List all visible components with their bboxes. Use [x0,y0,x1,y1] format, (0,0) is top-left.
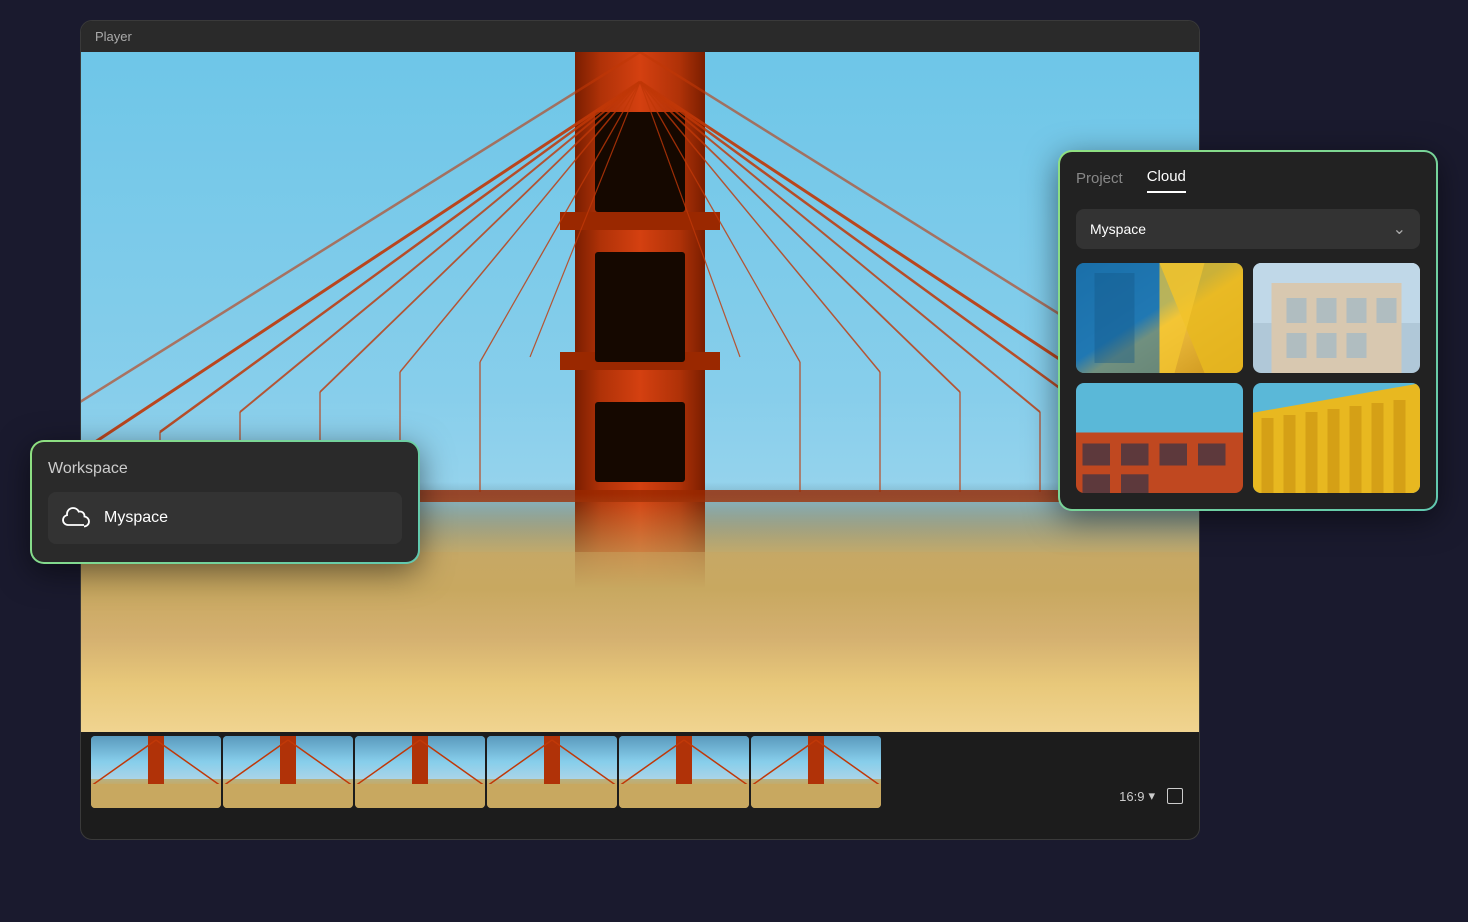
player-window: Player [80,20,1200,840]
media-thumb-4[interactable] [1253,383,1420,493]
thumb-cables-svg-2 [223,736,353,808]
thumb-cables-svg-3 [355,736,485,808]
dropdown-value: Myspace [1090,221,1146,237]
thumb-bridge-1 [91,736,221,808]
thumbnail-item[interactable] [751,736,881,808]
player-title: Player [95,29,132,44]
aspect-ratio-value: 16:9 [1119,789,1144,804]
media-thumb-1[interactable] [1076,263,1243,373]
thumb-cables-svg-4 [487,736,617,808]
media-thumb-2[interactable] [1253,263,1420,373]
cloud-icon [62,504,90,532]
cloud-dropdown[interactable]: Myspace ⌄ [1076,209,1420,249]
aspect-ratio-control: 16:9 ▾ [1119,788,1183,804]
media-grid [1076,263,1420,493]
thumbnail-strip-wrapper: 16:9 ▾ [81,732,1199,812]
thumb-bridge-4 [487,736,617,808]
thumbnail-item[interactable] [619,736,749,808]
bridge-scene [81,52,1199,732]
thumbnail-item[interactable] [487,736,617,808]
thumb-bridge-6 [751,736,881,808]
cloud-panel: Project Cloud Myspace ⌄ [1060,152,1436,509]
thumb-bridge-3 [355,736,485,808]
media-thumb-svg-4 [1253,383,1420,493]
cloud-panel-tabs: Project Cloud [1076,168,1420,193]
thumb-cables-svg-5 [619,736,749,808]
media-thumb-svg-3 [1076,383,1243,493]
workspace-popup-wrapper: Workspace Myspace [30,440,420,564]
fullscreen-button[interactable] [1167,788,1183,804]
dropdown-chevron-icon: ⌄ [1393,219,1406,239]
cloud-svg [62,507,90,529]
cloud-panel-wrapper: Project Cloud Myspace ⌄ [1058,150,1438,511]
media-thumb-3[interactable] [1076,383,1243,493]
media-thumb-svg-2 [1253,263,1420,373]
workspace-item-myspace[interactable]: Myspace [48,492,402,544]
aspect-ratio-chevron: ▾ [1148,788,1155,804]
player-titlebar: Player [81,21,1199,52]
workspace-item-name: Myspace [104,509,168,527]
thumb-cables-svg-6 [751,736,881,808]
media-thumb-svg-1 [1076,263,1243,373]
workspace-label: Workspace [48,460,402,478]
aspect-ratio-button[interactable]: 16:9 ▾ [1119,788,1155,804]
workspace-popup: Workspace Myspace [32,442,418,562]
thumbnail-item[interactable] [91,736,221,808]
thumb-bridge-5 [619,736,749,808]
tab-cloud[interactable]: Cloud [1147,168,1186,193]
player-video-area [81,52,1199,732]
thumbnail-item[interactable] [355,736,485,808]
scene-container: Player [0,0,1468,922]
thumbnail-item[interactable] [223,736,353,808]
thumbnail-strip[interactable] [81,732,1199,812]
thumb-bridge-2 [223,736,353,808]
thumb-cables-svg-1 [91,736,221,808]
tab-project[interactable]: Project [1076,170,1123,193]
